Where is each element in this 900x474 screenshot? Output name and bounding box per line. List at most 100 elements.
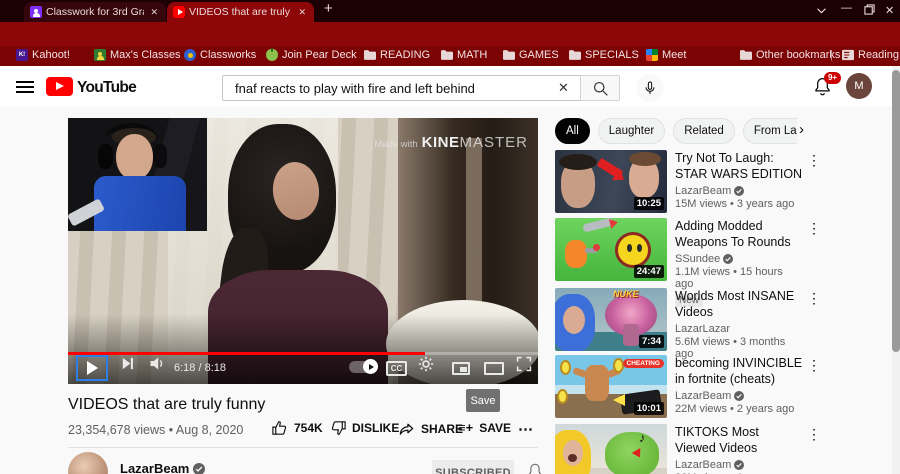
video-player[interactable]: Made with KINEMASTER 6:18 / 8:18 CC xyxy=(68,118,538,384)
chip-laughter[interactable]: Laughter xyxy=(597,118,666,144)
kebab-menu-icon[interactable]: ⋮ xyxy=(807,426,821,443)
notification-badge: 9+ xyxy=(824,72,841,84)
chip-related[interactable]: Related xyxy=(673,118,735,144)
video-title[interactable]: becoming INVINCIBLE in fortnite (cheats) xyxy=(675,355,803,387)
recommended-video[interactable]: 10:25 Try Not To Laugh: STAR WARS EDITIO… xyxy=(555,150,821,213)
more-actions-button[interactable]: ⋯ xyxy=(518,420,533,438)
clear-search-icon[interactable]: ✕ xyxy=(558,80,569,96)
video-title[interactable]: Worlds Most INSANE Videos xyxy=(675,288,803,320)
filter-chips: All Laughter Related From LazarBeam xyxy=(555,118,797,144)
close-tab-icon[interactable]: ✕ xyxy=(148,7,160,18)
bookmark-classworks[interactable]: Classworks xyxy=(184,49,256,61)
kebab-menu-icon[interactable]: ⋮ xyxy=(807,220,821,237)
tab-youtube-active[interactable]: VIDEOS that are truly funny - Yo ✕ xyxy=(167,2,314,22)
tab-classwork[interactable]: Classwork for 3rd Grade: 2021-2 ✕ xyxy=(24,2,166,22)
recommended-video[interactable]: NUKE 7:34 Worlds Most INSANE Videos Laza… xyxy=(555,288,821,360)
video-title[interactable]: Try Not To Laugh: STAR WARS EDITION xyxy=(675,150,803,182)
save-button[interactable]: ≡+ SAVE xyxy=(458,420,511,435)
channel-row[interactable]: SSundee xyxy=(675,253,803,265)
bookmark-pear-deck[interactable]: Join Pear Deck xyxy=(266,48,357,61)
restore-window-icon[interactable] xyxy=(864,4,875,19)
autoplay-toggle[interactable] xyxy=(349,359,378,374)
divider xyxy=(68,447,538,448)
save-tooltip: Save xyxy=(466,389,500,412)
video-thumbnail[interactable]: 10:25 xyxy=(555,150,667,213)
verified-badge-icon xyxy=(734,391,745,401)
progress-fill xyxy=(68,352,426,355)
volume-icon[interactable] xyxy=(148,355,165,377)
minimize-icon[interactable]: — xyxy=(841,1,852,15)
youtube-favicon xyxy=(173,6,185,18)
channel-row[interactable]: LazarBeam xyxy=(675,459,803,471)
recommended-video[interactable]: 24:47 Adding Modded Weapons To Rounds SS… xyxy=(555,218,821,307)
kebab-menu-icon[interactable]: ⋮ xyxy=(807,357,821,374)
bookmark-maxs-classes[interactable]: Max's Classes xyxy=(94,49,181,61)
other-bookmarks[interactable]: Other bookmarks xyxy=(740,49,840,61)
bookmark-folder-games[interactable]: GAMES xyxy=(503,49,559,61)
classroom-icon xyxy=(94,49,106,61)
headphone-cup-right xyxy=(153,144,167,168)
next-button[interactable] xyxy=(120,356,135,376)
theater-mode-button[interactable] xyxy=(484,362,504,375)
play-button[interactable] xyxy=(76,355,108,381)
channel-row[interactable]: LazarLazar xyxy=(675,323,803,335)
account-avatar[interactable]: M xyxy=(846,73,872,99)
search-input[interactable] xyxy=(222,75,580,101)
folder-icon xyxy=(503,50,515,60)
video-meta: 15M views • 3 years ago xyxy=(675,198,795,210)
voice-search-button[interactable] xyxy=(636,74,664,102)
fullscreen-button[interactable] xyxy=(516,356,532,377)
channel-name[interactable]: LazarBeam xyxy=(120,461,206,474)
kinemaster-watermark: Made with KINEMASTER xyxy=(374,134,528,151)
video-thumbnail[interactable]: CHEATING 10:01 xyxy=(555,355,667,418)
kahoot-icon: K! xyxy=(16,49,28,61)
bookmark-folder-specials[interactable]: SPECIALS xyxy=(569,49,639,61)
search-button[interactable] xyxy=(580,75,620,101)
streamer-hoodie xyxy=(94,176,186,231)
chips-chevron-right-icon[interactable]: › xyxy=(799,121,804,138)
bookmark-folder-reading[interactable]: READING xyxy=(364,49,430,61)
dislike-button[interactable]: DISLIKE xyxy=(330,420,399,436)
captions-button[interactable]: CC xyxy=(386,361,407,376)
close-tab-icon[interactable]: ✕ xyxy=(296,7,308,18)
bookmark-kahoot[interactable]: K! Kahoot! xyxy=(16,49,70,61)
progress-bar[interactable] xyxy=(68,352,538,355)
duration-badge: 10:01 xyxy=(633,402,664,415)
meet-icon xyxy=(646,49,658,61)
bookmark-meet[interactable]: Meet xyxy=(646,49,686,61)
scrollbar-thumb[interactable] xyxy=(892,70,900,352)
thumb-down-icon xyxy=(331,421,346,435)
like-button[interactable]: 754K xyxy=(272,420,323,436)
channel-row[interactable]: LazarBeam xyxy=(675,390,803,402)
video-meta: 1.1M views • 15 hours ago xyxy=(675,266,783,290)
video-meta: 22M views • 2 years ago xyxy=(675,403,795,415)
duration-badge: 7:34 xyxy=(638,335,664,348)
new-tab-button[interactable]: + xyxy=(324,1,333,16)
kebab-menu-icon[interactable]: ⋮ xyxy=(807,152,821,169)
video-thumbnail[interactable]: NUKE 7:34 xyxy=(555,288,667,351)
channel-avatar[interactable] xyxy=(68,452,108,474)
recommended-video[interactable]: CHEATING 10:01 becoming INVINCIBLE in fo… xyxy=(555,355,821,418)
settings-gear-icon[interactable] xyxy=(417,355,435,378)
thumb-text: NUKE xyxy=(613,289,639,299)
bookmark-folder-math[interactable]: MATH xyxy=(441,49,487,61)
chip-all[interactable]: All xyxy=(555,118,590,144)
share-button[interactable]: SHARE xyxy=(398,420,463,437)
folder-icon xyxy=(364,50,376,60)
chevron-down-icon[interactable] xyxy=(816,4,827,18)
video-title[interactable]: TIKTOKS Most Viewed Videos xyxy=(675,424,803,456)
close-window-icon[interactable]: ✕ xyxy=(885,4,894,18)
video-thumbnail[interactable]: 24:47 xyxy=(555,218,667,281)
video-title[interactable]: Adding Modded Weapons To Rounds xyxy=(675,218,803,250)
recommended-video[interactable]: ♪ TIKTOKS Most Viewed Videos LazarBeam 3… xyxy=(555,424,821,474)
webcam-overlay xyxy=(68,118,207,231)
subscribed-button[interactable]: SUBSCRIBED xyxy=(432,460,514,474)
miniplayer-button[interactable] xyxy=(452,362,470,375)
reading-list[interactable]: Reading list xyxy=(842,49,900,61)
chip-from-lazarbeam[interactable]: From LazarBeam xyxy=(742,118,797,144)
channel-bell-icon[interactable] xyxy=(526,462,544,474)
kebab-menu-icon[interactable]: ⋮ xyxy=(807,290,821,307)
video-thumbnail[interactable]: ♪ xyxy=(555,424,667,474)
channel-row[interactable]: LazarBeam xyxy=(675,185,803,197)
search-icon xyxy=(593,81,608,96)
